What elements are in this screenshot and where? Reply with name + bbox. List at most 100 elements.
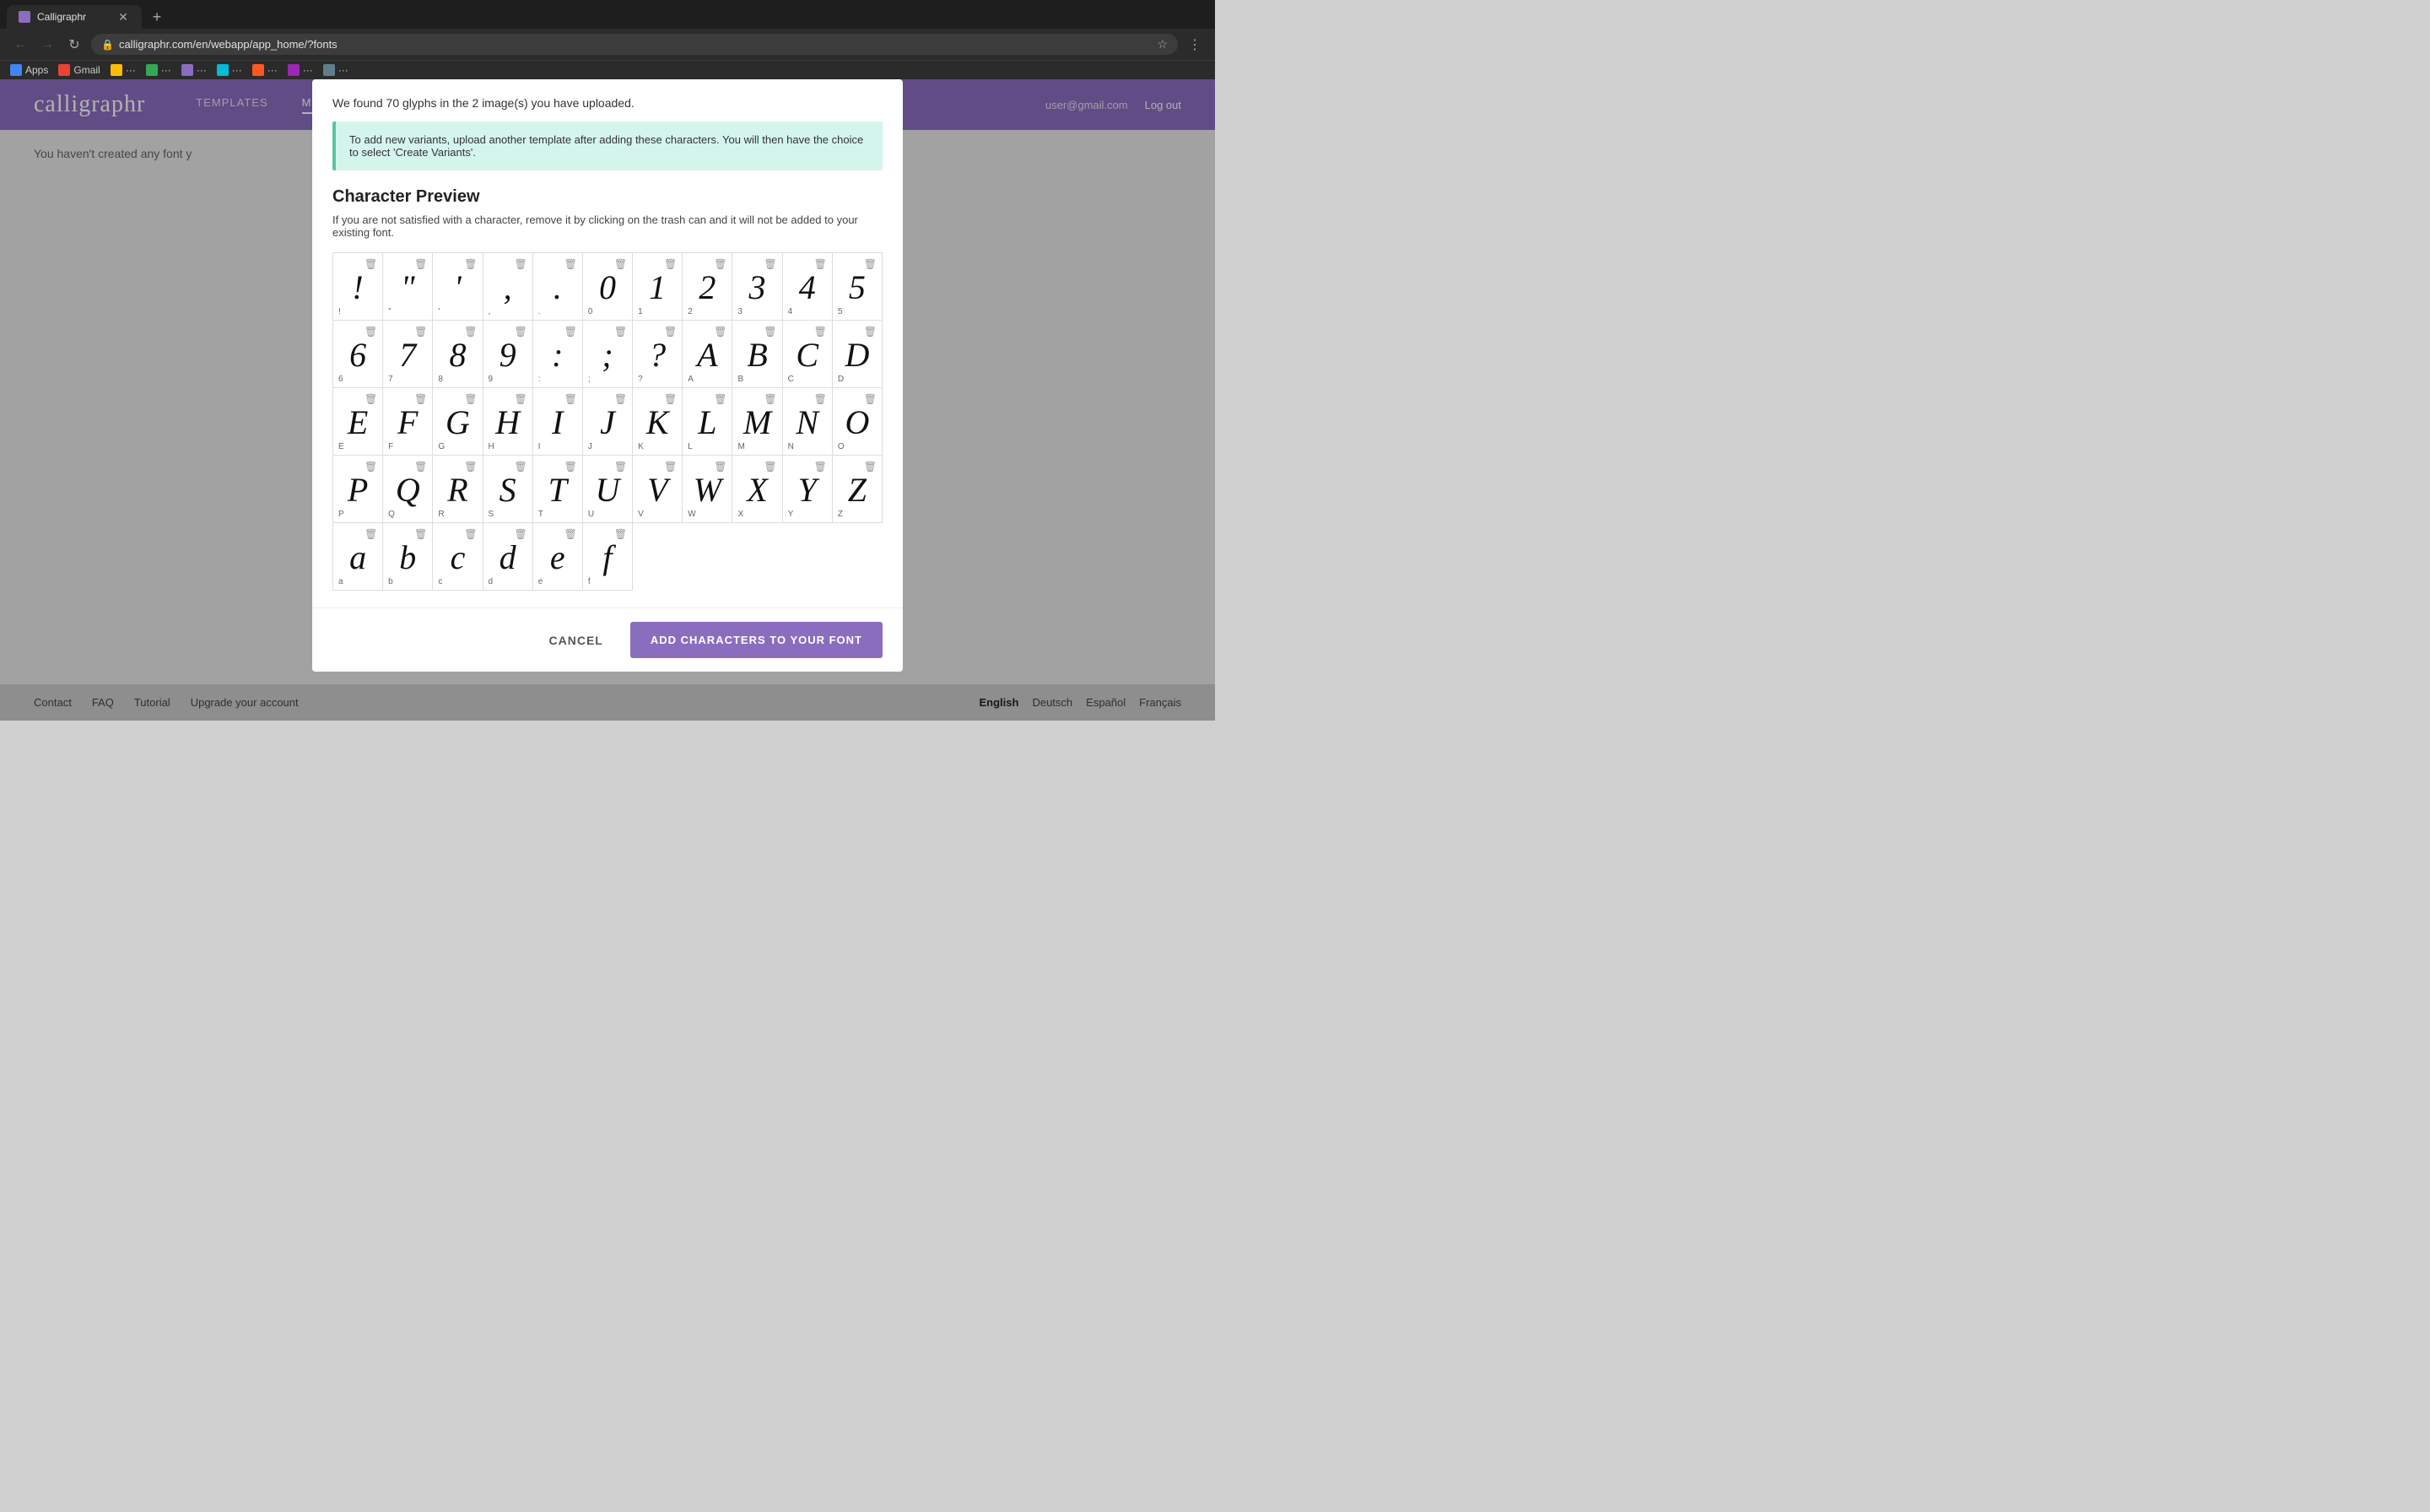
char-label-C: C bbox=[788, 375, 794, 384]
trash-icon-8[interactable]: 🗑 bbox=[464, 326, 477, 338]
char-cell-U: 🗑UU bbox=[583, 456, 633, 523]
char-glyph-A: A bbox=[697, 338, 717, 373]
char-cell-?: 🗑?? bbox=[633, 321, 683, 388]
char-label-8: 8 bbox=[438, 375, 443, 384]
char-cell-e: 🗑ee bbox=[533, 523, 583, 591]
char-glyph-E: E bbox=[348, 405, 368, 440]
trash-icon-6[interactable]: 🗑 bbox=[364, 326, 377, 338]
char-label-T: T bbox=[538, 510, 543, 519]
char-glyph-V: V bbox=[647, 472, 667, 508]
char-glyph-a: a bbox=[349, 540, 366, 575]
add-characters-button[interactable]: ADD CHARACTERS TO YOUR FONT bbox=[630, 622, 883, 658]
bookmark-5[interactable]: ··· bbox=[252, 64, 278, 76]
tab-favicon bbox=[19, 11, 30, 23]
section-desc: If you are not satisfied with a characte… bbox=[332, 213, 883, 239]
trash-icon-a[interactable]: 🗑 bbox=[364, 528, 377, 540]
char-cell-D: 🗑DD bbox=[833, 321, 883, 388]
cancel-button[interactable]: CANCEL bbox=[532, 624, 620, 657]
active-tab[interactable]: Calligraphr ✕ bbox=[7, 5, 142, 29]
char-label-U: U bbox=[588, 510, 594, 519]
trash-icon-J[interactable]: 🗑 bbox=[614, 393, 627, 405]
bookmark-3[interactable]: ··· bbox=[181, 64, 207, 76]
trash-icon-?[interactable]: 🗑 bbox=[664, 326, 677, 338]
char-glyph-5: 5 bbox=[849, 270, 866, 305]
char-label-J: J bbox=[588, 442, 592, 451]
trash-icon-0[interactable]: 🗑 bbox=[614, 258, 627, 270]
char-glyph-Y: Y bbox=[798, 472, 817, 508]
trash-icon-b[interactable]: 🗑 bbox=[414, 528, 427, 540]
reload-button[interactable]: ↻ bbox=[64, 35, 84, 55]
trash-icon-:[interactable]: 🗑 bbox=[564, 326, 577, 338]
char-cell-X: 🗑XX bbox=[732, 456, 782, 523]
bookmark6-label: ··· bbox=[303, 64, 313, 76]
bookmark5-icon bbox=[252, 64, 264, 76]
char-glyph-;: ; bbox=[602, 338, 613, 373]
char-cell-F: 🗑FF bbox=[383, 388, 433, 456]
char-cell-a: 🗑aa bbox=[333, 523, 383, 591]
section-title: Character Preview bbox=[332, 187, 883, 207]
char-cell-1: 🗑11 bbox=[633, 253, 683, 321]
trash-icon-.[interactable]: 🗑 bbox=[564, 258, 577, 270]
tab-bar: Calligraphr ✕ + bbox=[0, 0, 1215, 29]
tab-close-button[interactable]: ✕ bbox=[116, 10, 130, 24]
char-glyph-J: J bbox=[600, 405, 615, 440]
bookmark-gmail[interactable]: Gmail bbox=[58, 64, 100, 76]
char-cell-d: 🗑dd bbox=[483, 523, 533, 591]
char-glyph-7: 7 bbox=[399, 338, 416, 373]
trash-icon-e[interactable]: 🗑 bbox=[564, 528, 577, 540]
char-label-3: 3 bbox=[737, 307, 742, 316]
bookmark-2[interactable]: ··· bbox=[146, 64, 171, 76]
back-button[interactable]: ← bbox=[10, 35, 30, 55]
url-bar[interactable]: 🔒 calligraphr.com/en/webapp/app_home/?fo… bbox=[91, 34, 1178, 55]
new-tab-button[interactable]: + bbox=[145, 5, 169, 29]
trash-icon-7[interactable]: 🗑 bbox=[414, 326, 427, 338]
bookmark-apps[interactable]: Apps bbox=[10, 64, 48, 76]
trash-icon-5[interactable]: 🗑 bbox=[864, 258, 877, 270]
char-label-P: P bbox=[338, 510, 344, 519]
char-glyph-D: D bbox=[845, 338, 869, 373]
character-preview-modal: We found 70 glyphs in the 2 image(s) you… bbox=[312, 79, 903, 672]
char-label-.: . bbox=[538, 307, 541, 316]
char-label-D: D bbox=[838, 375, 844, 384]
trash-icon-9[interactable]: 🗑 bbox=[514, 326, 526, 338]
char-cell-4: 🗑44 bbox=[783, 253, 833, 321]
char-label-G: G bbox=[438, 442, 445, 451]
char-cell-R: 🗑RR bbox=[433, 456, 483, 523]
menu-icon[interactable]: ⋮ bbox=[1185, 35, 1205, 55]
char-cell-8: 🗑88 bbox=[433, 321, 483, 388]
bookmark-4[interactable]: ··· bbox=[217, 64, 242, 76]
trash-icon-S[interactable]: 🗑 bbox=[514, 461, 526, 472]
bookmark-1[interactable]: ··· bbox=[111, 64, 136, 76]
char-glyph-N: N bbox=[796, 405, 818, 440]
char-glyph-d: d bbox=[500, 540, 516, 575]
trash-icon-I[interactable]: 🗑 bbox=[564, 393, 577, 405]
bookmark-6[interactable]: ··· bbox=[288, 64, 313, 76]
bookmark-star-icon[interactable]: ☆ bbox=[1157, 37, 1168, 51]
trash-icon-'[interactable]: 🗑 bbox=[464, 258, 477, 270]
trash-icon-"[interactable]: 🗑 bbox=[414, 258, 427, 270]
char-glyph-C: C bbox=[796, 338, 818, 373]
char-glyph-S: S bbox=[500, 472, 516, 508]
trash-icon-f[interactable]: 🗑 bbox=[614, 528, 627, 540]
trash-icon-4[interactable]: 🗑 bbox=[814, 258, 827, 270]
char-label-:: : bbox=[538, 375, 541, 384]
trash-icon-2[interactable]: 🗑 bbox=[714, 258, 726, 270]
char-label-E: E bbox=[338, 442, 344, 451]
char-glyph-,: , bbox=[504, 270, 512, 305]
trash-icon-1[interactable]: 🗑 bbox=[664, 258, 677, 270]
char-label-O: O bbox=[838, 442, 845, 451]
bookmark-7[interactable]: ··· bbox=[323, 64, 348, 76]
char-label-b: b bbox=[388, 577, 393, 586]
char-glyph-:: : bbox=[552, 338, 563, 373]
trash-icon-,[interactable]: 🗑 bbox=[514, 258, 526, 270]
forward-button[interactable]: → bbox=[37, 35, 57, 55]
char-glyph-b: b bbox=[399, 540, 416, 575]
trash-icon-3[interactable]: 🗑 bbox=[764, 258, 776, 270]
char-cell-J: 🗑JJ bbox=[583, 388, 633, 456]
char-cell-O: 🗑OO bbox=[833, 388, 883, 456]
char-label-X: X bbox=[737, 510, 743, 519]
trash-icon-![interactable]: 🗑 bbox=[364, 258, 377, 270]
trash-icon-;[interactable]: 🗑 bbox=[614, 326, 627, 338]
info-banner: To add new variants, upload another temp… bbox=[332, 122, 883, 170]
trash-icon-c[interactable]: 🗑 bbox=[464, 528, 477, 540]
